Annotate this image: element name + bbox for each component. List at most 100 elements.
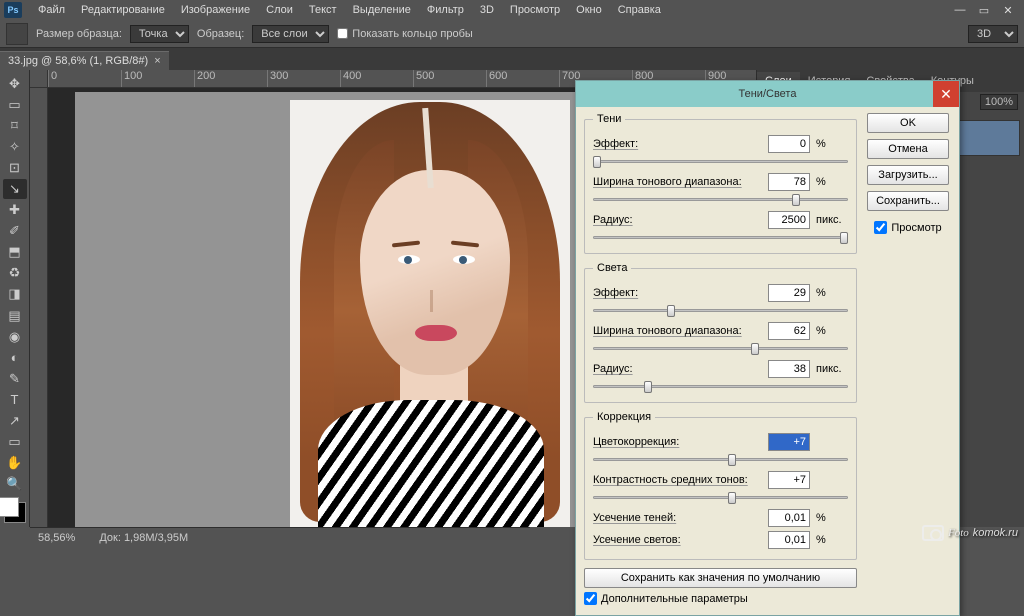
menu-layer[interactable]: Слои [258,2,301,18]
color-correction-slider[interactable] [593,453,848,467]
dialog-title-bar[interactable]: Тени/Света ✕ [576,81,959,107]
menu-window[interactable]: Окно [568,2,610,18]
highlights-radius-input[interactable] [768,360,810,378]
save-defaults-button[interactable]: Сохранить как значения по умолчанию [584,568,857,588]
eyedropper-tool[interactable]: ↘ [3,179,27,198]
shadows-tonal-input[interactable] [768,173,810,191]
sample-size-label: Размер образца: [36,28,122,40]
document-tabs: 33.jpg @ 58,6% (1, RGB/8#) × [0,48,1024,70]
menu-type[interactable]: Текст [301,2,345,18]
camera-icon [922,525,944,541]
menu-help[interactable]: Справка [610,2,669,18]
workspace-select[interactable]: 3D [968,25,1018,43]
wand-tool[interactable]: ✧ [3,137,27,156]
menu-filter[interactable]: Фильтр [419,2,472,18]
midtone-contrast-input[interactable] [768,471,810,489]
shadows-amount-input[interactable] [768,135,810,153]
highlights-amount-input[interactable] [768,284,810,302]
color-correction-input[interactable] [768,433,810,451]
preview-checkbox[interactable]: Просмотр [874,221,941,234]
lasso-tool[interactable]: ⌑ [3,116,27,135]
document-tab-title: 33.jpg @ 58,6% (1, RGB/8#) [8,55,148,67]
stamp-tool[interactable]: ⬒ [3,243,27,262]
eyedropper-preset-icon[interactable] [6,23,28,45]
portrait-image [290,100,570,527]
document-tab[interactable]: 33.jpg @ 58,6% (1, RGB/8#) × [0,51,169,70]
heal-tool[interactable]: ✚ [3,201,27,220]
cancel-button[interactable]: Отмена [867,139,949,159]
gradient-tool[interactable]: ▤ [3,306,27,325]
shadows-highlights-dialog: Тени/Света ✕ Тени Эффект:% Ширина тоново… [575,80,960,616]
status-bar: 58,56% Док: 1,98M/3,95M [30,527,530,547]
show-ring-checkbox[interactable]: Показать кольцо пробы [337,28,473,40]
document-tab-close[interactable]: × [154,55,160,67]
hand-tool[interactable]: ✋ [3,454,27,473]
load-button[interactable]: Загрузить... [867,165,949,185]
tools-panel: ✥ ▭ ⌑ ✧ ⊡ ↘ ✚ ✐ ⬒ ♻ ◨ ▤ ◉ ◐ ✎ T ↗ ▭ ✋ 🔍 [0,70,30,527]
midtone-contrast-label: Контрастность средних тонов: [593,474,762,486]
menu-select[interactable]: Выделение [345,2,419,18]
shadows-amount-label: Эффект: [593,138,762,150]
dialog-close-button[interactable]: ✕ [933,81,959,107]
highlights-amount-label: Эффект: [593,287,762,299]
highlights-group: Света Эффект:% Ширина тонового диапазона… [584,262,857,403]
shadows-radius-input[interactable] [768,211,810,229]
clip-shadows-input[interactable] [768,509,810,527]
menu-image[interactable]: Изображение [173,2,258,18]
dodge-tool[interactable]: ◐ [3,348,27,367]
minimize-button[interactable]: — [948,4,972,16]
adjustments-group: Коррекция Цветокоррекция: Контрастность … [584,411,857,560]
options-bar: Размер образца: Точка Образец: Все слои … [0,20,1024,48]
highlights-tonal-label: Ширина тонового диапазона: [593,325,762,337]
show-ring-input[interactable] [337,28,348,39]
maximize-button[interactable]: ▭ [972,4,996,17]
type-tool[interactable]: T [3,390,27,409]
sample-select[interactable]: Все слои [252,25,329,43]
zoom-tool[interactable]: 🔍 [3,475,27,494]
shadows-legend: Тени [593,113,625,125]
document-canvas[interactable] [290,100,570,527]
highlights-radius-slider[interactable] [593,380,848,394]
shadows-amount-slider[interactable] [593,155,848,169]
watermark: Foto komok.ru [922,525,1018,541]
opacity-value[interactable]: 100% [980,94,1018,110]
brush-tool[interactable]: ✐ [3,222,27,241]
more-options-label: Дополнительные параметры [601,593,748,605]
zoom-level[interactable]: 58,56% [38,532,75,544]
more-options-checkbox[interactable]: Дополнительные параметры [584,592,857,605]
highlights-tonal-input[interactable] [768,322,810,340]
close-button[interactable]: ✕ [996,4,1020,17]
menu-bar: Ps Файл Редактирование Изображение Слои … [0,0,1024,20]
shadows-radius-slider[interactable] [593,231,848,245]
save-button[interactable]: Сохранить... [867,191,949,211]
path-tool[interactable]: ↗ [3,412,27,431]
ruler-corner [30,70,48,88]
show-ring-label: Показать кольцо пробы [352,28,473,40]
ok-button[interactable]: OK [867,113,949,133]
menu-view[interactable]: Просмотр [502,2,568,18]
shadows-tonal-slider[interactable] [593,193,848,207]
doc-size: 1,98M/3,95M [124,532,188,544]
more-options-input[interactable] [584,592,597,605]
preview-input[interactable] [874,221,887,234]
color-swatch[interactable] [4,502,26,523]
menu-3d[interactable]: 3D [472,2,502,18]
marquee-tool[interactable]: ▭ [3,95,27,114]
history-brush-tool[interactable]: ♻ [3,264,27,283]
clip-highlights-input[interactable] [768,531,810,549]
shape-tool[interactable]: ▭ [3,433,27,452]
highlights-tonal-slider[interactable] [593,342,848,356]
sample-size-select[interactable]: Точка [130,25,189,43]
crop-tool[interactable]: ⊡ [3,158,27,177]
menu-edit[interactable]: Редактирование [73,2,173,18]
move-tool[interactable]: ✥ [3,74,27,93]
midtone-contrast-slider[interactable] [593,491,848,505]
app-logo: Ps [4,2,22,18]
highlights-amount-slider[interactable] [593,304,848,318]
preview-label: Просмотр [891,222,941,234]
pen-tool[interactable]: ✎ [3,369,27,388]
blur-tool[interactable]: ◉ [3,327,27,346]
dialog-title: Тени/Света [739,88,797,100]
menu-file[interactable]: Файл [30,2,73,18]
eraser-tool[interactable]: ◨ [3,285,27,304]
